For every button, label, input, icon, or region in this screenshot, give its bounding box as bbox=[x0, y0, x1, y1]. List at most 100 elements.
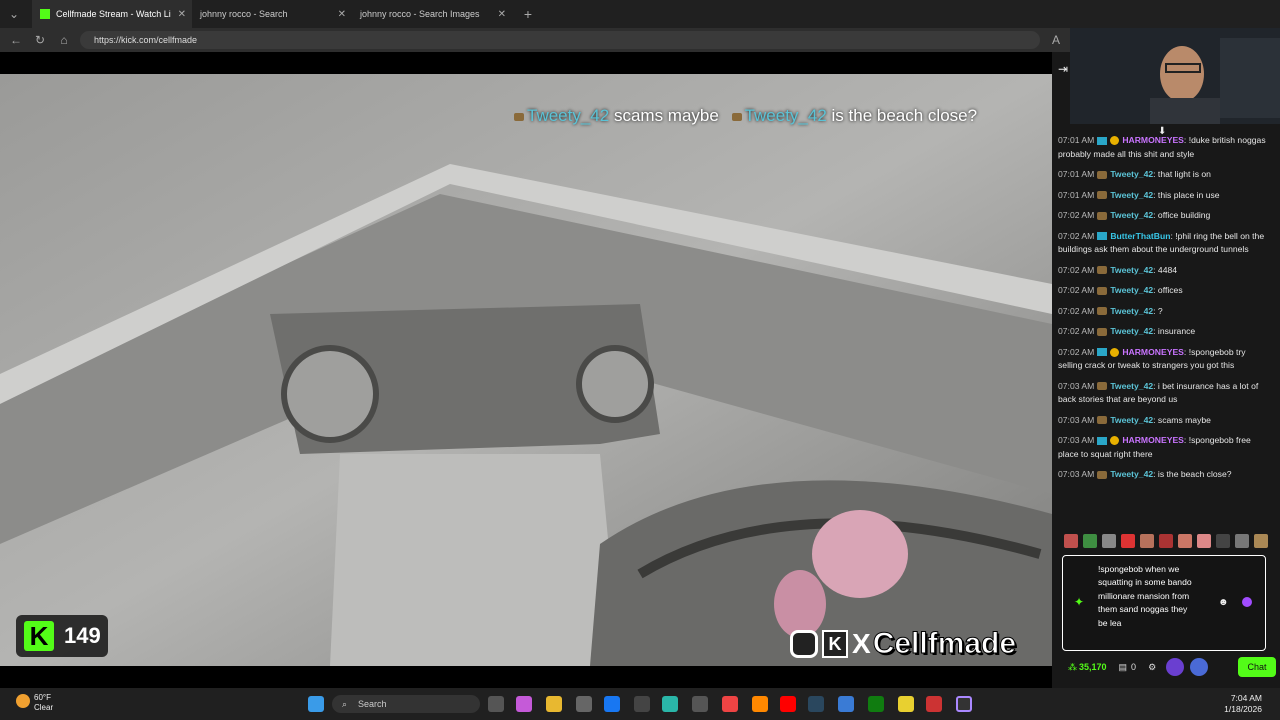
sub-badge-icon bbox=[1097, 211, 1108, 220]
youtube-icon[interactable] bbox=[780, 696, 796, 712]
vip-badge-icon bbox=[1110, 136, 1120, 146]
chat-message: 07:03 AM Tweety_42: is the beach close? bbox=[1058, 468, 1270, 482]
emote-icon[interactable] bbox=[1064, 534, 1078, 548]
emote-icon[interactable] bbox=[1197, 534, 1211, 548]
app-icon[interactable] bbox=[838, 696, 854, 712]
chat-username[interactable]: Tweety_42 bbox=[1110, 306, 1153, 316]
collapse-chat-icon[interactable]: ⇥ bbox=[1058, 62, 1068, 76]
sparkle-icon[interactable]: ✦ bbox=[1074, 595, 1084, 609]
chat-timestamp: 07:03 AM bbox=[1058, 414, 1095, 425]
gif-icon[interactable] bbox=[1190, 658, 1209, 676]
chat-text: : office building bbox=[1153, 210, 1211, 220]
start-icon[interactable] bbox=[308, 696, 324, 712]
read-aloud-icon[interactable]: A bbox=[1048, 32, 1064, 48]
weather-icon[interactable] bbox=[16, 694, 30, 708]
points-value[interactable]: 35,170 bbox=[1079, 662, 1107, 672]
chat-timestamp: 07:02 AM bbox=[1058, 264, 1095, 275]
tab-label: Cellfmade Stream - Watch Li bbox=[56, 9, 171, 19]
taskbar-clock[interactable]: 7:04 AM 1/18/2026 bbox=[1224, 693, 1262, 715]
emote-icon[interactable] bbox=[1254, 534, 1268, 548]
emote-icon[interactable] bbox=[1216, 534, 1230, 548]
search-label: Search bbox=[358, 699, 387, 709]
video-top-bar bbox=[0, 52, 1052, 74]
file-explorer-icon[interactable] bbox=[546, 696, 562, 712]
kick-emote-icon[interactable] bbox=[1242, 597, 1252, 607]
chat-message: 07:02 AM Tweety_42: office building bbox=[1058, 209, 1270, 223]
chat-username[interactable]: Tweety_42 bbox=[1110, 285, 1153, 295]
steam-icon[interactable] bbox=[808, 696, 824, 712]
emote-icon[interactable] bbox=[1140, 534, 1154, 548]
notes-icon[interactable] bbox=[898, 696, 914, 712]
chat-username[interactable]: HARMONEYES bbox=[1122, 435, 1184, 445]
chat-timestamp: 07:01 AM bbox=[1058, 189, 1095, 200]
copilot-icon[interactable] bbox=[516, 696, 532, 712]
close-icon[interactable]: ✕ bbox=[338, 9, 346, 20]
emote-icon[interactable] bbox=[1235, 534, 1249, 548]
emoji-icon[interactable]: ☻ bbox=[1218, 597, 1229, 608]
vip-badge-icon bbox=[1110, 436, 1120, 446]
chat-username[interactable]: Tweety_42 bbox=[1110, 169, 1153, 179]
chat-send-button[interactable]: Chat bbox=[1238, 657, 1276, 677]
close-icon[interactable]: ✕ bbox=[498, 9, 506, 20]
task-view-icon[interactable] bbox=[488, 696, 504, 712]
brand-overlay: K X Cellfmade bbox=[790, 626, 1050, 662]
emote-icon[interactable] bbox=[1178, 534, 1192, 548]
close-icon[interactable]: ✕ bbox=[178, 9, 186, 20]
kick-logo-icon: K bbox=[24, 621, 54, 651]
chat-text: : this place in use bbox=[1153, 189, 1220, 200]
vlc-icon[interactable] bbox=[752, 696, 768, 712]
kick-favicon-icon bbox=[40, 9, 50, 19]
xbox-icon[interactable] bbox=[868, 696, 884, 712]
snipping-icon[interactable] bbox=[926, 696, 942, 712]
tab-kick[interactable]: Cellfmade Stream - Watch Li ✕ bbox=[32, 0, 192, 28]
chat-username[interactable]: Tweety_42 bbox=[1110, 381, 1153, 391]
weather-widget[interactable]: 60°F Clear bbox=[34, 693, 53, 713]
kick-icon: K bbox=[822, 630, 848, 658]
chat-username[interactable]: Tweety_42 bbox=[1110, 415, 1153, 425]
emote-icon[interactable] bbox=[1121, 534, 1135, 548]
refresh-icon[interactable]: ↻ bbox=[32, 32, 48, 48]
facebook-icon[interactable] bbox=[604, 696, 620, 712]
chat-input-text[interactable]: !spongebob when we squatting in some ban… bbox=[1098, 563, 1198, 630]
sub-badge-icon bbox=[1097, 286, 1108, 295]
taskbar-search[interactable]: ⌕ Search bbox=[332, 695, 480, 713]
chat-text: : that light is on bbox=[1153, 169, 1211, 179]
chat-username[interactable]: Tweety_42 bbox=[1110, 469, 1153, 479]
chat-username[interactable]: HARMONEYES bbox=[1122, 347, 1184, 357]
overlay-message: is the beach close? bbox=[826, 106, 978, 125]
back-icon[interactable]: ← bbox=[8, 32, 24, 48]
emote-icon[interactable] bbox=[1102, 534, 1116, 548]
chat-timestamp: 07:02 AM bbox=[1058, 305, 1095, 316]
tab-images[interactable]: johnny rocco - Search Images ✕ bbox=[352, 0, 512, 28]
store-icon[interactable] bbox=[576, 696, 592, 712]
stream-video[interactable] bbox=[0, 74, 1052, 666]
sub-badge-icon bbox=[1097, 266, 1108, 275]
chat-username[interactable]: Tweety_42 bbox=[1110, 326, 1153, 336]
calculator-icon[interactable] bbox=[692, 696, 708, 712]
tab-search[interactable]: johnny rocco - Search ✕ bbox=[192, 0, 352, 28]
settings-gear-icon[interactable]: ⚙ bbox=[1148, 662, 1156, 673]
tab-list-icon[interactable]: ⌄ bbox=[6, 6, 22, 22]
sub-badge-icon bbox=[1097, 470, 1108, 479]
sub-badge-icon bbox=[1097, 327, 1108, 336]
address-bar[interactable]: https://kick.com/cellfmade bbox=[80, 31, 1040, 49]
emote-icon[interactable] bbox=[1083, 534, 1097, 548]
emote-icon[interactable] bbox=[1159, 534, 1173, 548]
chat-username[interactable]: Tweety_42 bbox=[1110, 265, 1153, 275]
chat-username[interactable]: Tweety_42 bbox=[1110, 210, 1153, 220]
chat-text: : 4484 bbox=[1153, 264, 1178, 275]
obs-icon[interactable] bbox=[956, 696, 972, 712]
new-tab-icon[interactable]: + bbox=[520, 6, 536, 22]
chat-username[interactable]: HARMONEYES bbox=[1122, 135, 1184, 145]
7tv-icon[interactable] bbox=[1166, 658, 1185, 676]
home-icon[interactable]: ⌂ bbox=[56, 32, 72, 48]
chat-username[interactable]: Tweety_42 bbox=[1110, 190, 1153, 200]
chrome-icon[interactable] bbox=[722, 696, 738, 712]
chat-timestamp: 07:02 AM bbox=[1058, 230, 1095, 241]
gift-icon[interactable]: ▤ bbox=[1119, 662, 1128, 673]
badge-icon bbox=[731, 112, 742, 121]
amazon-icon[interactable] bbox=[634, 696, 650, 712]
chat-username[interactable]: ButterThatBun bbox=[1110, 231, 1170, 241]
chat-message: 07:01 AM Tweety_42: that light is on bbox=[1058, 168, 1270, 182]
edge-icon[interactable] bbox=[662, 696, 678, 712]
